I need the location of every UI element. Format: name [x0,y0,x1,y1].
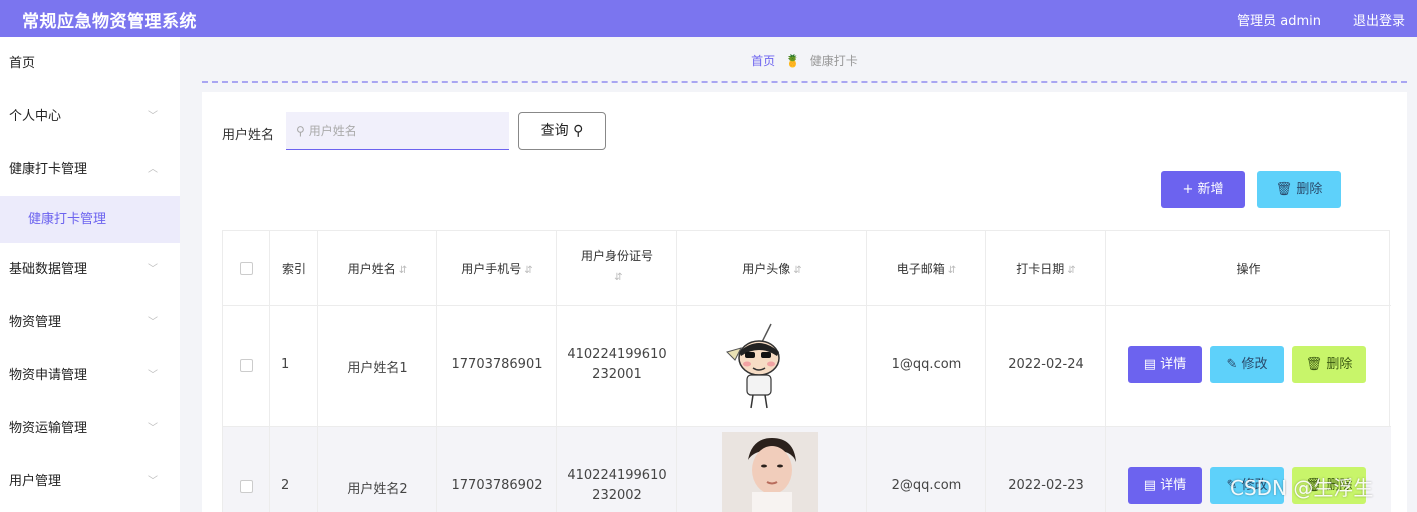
row-date: 2022-02-24 [1008,357,1084,372]
row-email: 1@qq.com [891,357,962,372]
sidebar-item-label: 物资管理 [9,315,62,330]
logout-link[interactable]: 退出登录 [1353,10,1405,29]
query-button[interactable]: 查询 ⚲ [518,112,606,150]
sidebar-item-home[interactable]: 首页 [0,37,180,90]
row-date: 2022-02-23 [1008,478,1084,493]
sort-icon: ⇵ [398,265,408,276]
header-actions: 操作 [1236,262,1261,276]
add-button[interactable]: + 新增 [1161,171,1245,208]
chevron-down-icon: ﹀ [148,111,158,122]
admin-label: 管理员 admin [1237,14,1321,29]
document-icon: ▤ [1143,357,1161,372]
watermark: CSDN @生浮生 [1230,476,1374,500]
sidebar-item-users[interactable]: 用户管理 ﹀ [0,455,180,508]
sort-icon: ⇵ [1067,265,1076,276]
row-index: 1 [281,357,290,372]
sidebar-item-label: 用户管理 [9,474,62,489]
header-email[interactable]: 电子邮箱 ⇵ [867,260,986,277]
sidebar-item-materials[interactable]: 物资管理 ﹀ [0,296,180,349]
breadcrumb-home[interactable]: 首页 [751,54,775,68]
chevron-down-icon: ﹀ [148,264,158,275]
sidebar-item-material-transport[interactable]: 物资运输管理 ﹀ [0,402,180,455]
add-button-label: 新增 [1197,182,1224,197]
chevron-down-icon: ﹀ [148,370,158,381]
search-label: 用户姓名 [222,128,275,143]
sidebar-item-label: 健康打卡管理 [28,212,107,227]
breadcrumb: 首页 🍍 健康打卡 [202,52,1407,69]
sort-icon: ⇵ [947,265,957,276]
sidebar-item-material-requests[interactable]: 物资申请管理 ﹀ [0,349,180,402]
chevron-down-icon: ﹀ [148,423,158,434]
chevron-down-icon: ﹀ [148,476,158,487]
header-phone[interactable]: 用户手机号 ⇵ [437,260,557,277]
sidebar: 首页 个人中心 ﹀ 健康打卡管理 ︿ 健康打卡管理 基础数据管理 ﹀ 物资管理 … [0,37,180,512]
breadcrumb-divider [202,81,1407,83]
select-all-checkbox[interactable] [240,262,253,275]
breadcrumb-separator-icon: 🍍 [785,54,800,68]
search-input[interactable]: ⚲ 用户姓名 [286,112,509,150]
sidebar-item-label: 物资运输管理 [9,421,88,436]
search-icon: ⚲ [296,124,305,138]
header-divider [223,305,1391,306]
sidebar-item-personal-center[interactable]: 个人中心 ﹀ [0,90,180,143]
trash-icon: 🗑 [1275,182,1297,197]
sidebar-item-label: 健康打卡管理 [9,162,88,177]
sidebar-item-label: 基础数据管理 [9,262,88,277]
sort-icon: ⇵ [793,265,802,276]
batch-delete-button[interactable]: 🗑 删除 [1257,171,1341,208]
breadcrumb-current: 健康打卡 [809,54,858,68]
header-idcard[interactable]: 用户身份证号 ⇵ [557,246,677,288]
header-avatar[interactable]: 用户头像 ⇵ [677,260,867,277]
row-checkbox[interactable] [240,359,253,372]
detail-button[interactable]: ▤ 详情 [1128,346,1202,383]
chevron-up-icon: ︿ [148,164,158,175]
row-name: 用户姓名1 [347,361,408,376]
row-idcard: 410224199610 232001 [567,347,667,382]
search-icon: ⚲ [573,123,584,139]
header-index: 索引 [281,262,306,276]
row-idcard: 410224199610 232002 [567,468,667,503]
chevron-down-icon: ﹀ [148,317,158,328]
sort-icon: ⇵ [524,265,533,276]
row-phone: 17703786901 [451,357,543,372]
pencil-icon: ✎ [1226,357,1242,372]
sidebar-subitem-health-checkin[interactable]: 健康打卡管理 [0,196,180,243]
row-divider [223,426,1391,427]
row-checkbox[interactable] [240,480,253,493]
query-button-label: 查询 [540,123,569,139]
detail-button[interactable]: ▤ 详情 [1128,467,1202,504]
document-icon: ▤ [1143,478,1161,493]
row-email: 2@qq.com [891,478,962,493]
top-bar: 常规应急物资管理系统 管理员 admin 退出登录 [0,0,1417,37]
row-phone: 17703786902 [451,478,543,493]
sidebar-item-label: 首页 [9,56,36,71]
trash-icon: 🗑 [1305,357,1327,372]
search-placeholder: 用户姓名 [308,124,357,138]
delete-button[interactable]: 🗑 删除 [1292,346,1366,383]
app-title: 常规应急物资管理系统 [22,12,197,32]
avatar [717,322,793,410]
sidebar-item-health-checkin[interactable]: 健康打卡管理 ︿ [0,143,180,196]
header-name[interactable]: 用户姓名 ⇵ [318,260,437,277]
header-date[interactable]: 打卡日期 ⇵ [986,260,1106,277]
plus-icon: + [1182,182,1198,197]
row-name: 用户姓名2 [347,482,408,497]
edit-button[interactable]: ✎ 修改 [1210,346,1284,383]
sidebar-item-basic-data[interactable]: 基础数据管理 ﹀ [0,243,180,296]
sort-icon: ⇵ [614,272,623,283]
sidebar-item-label: 物资申请管理 [9,368,88,383]
sidebar-item-label: 个人中心 [9,109,62,124]
row-index: 2 [281,478,290,493]
delete-button-label: 删除 [1296,182,1323,197]
avatar [722,432,818,512]
